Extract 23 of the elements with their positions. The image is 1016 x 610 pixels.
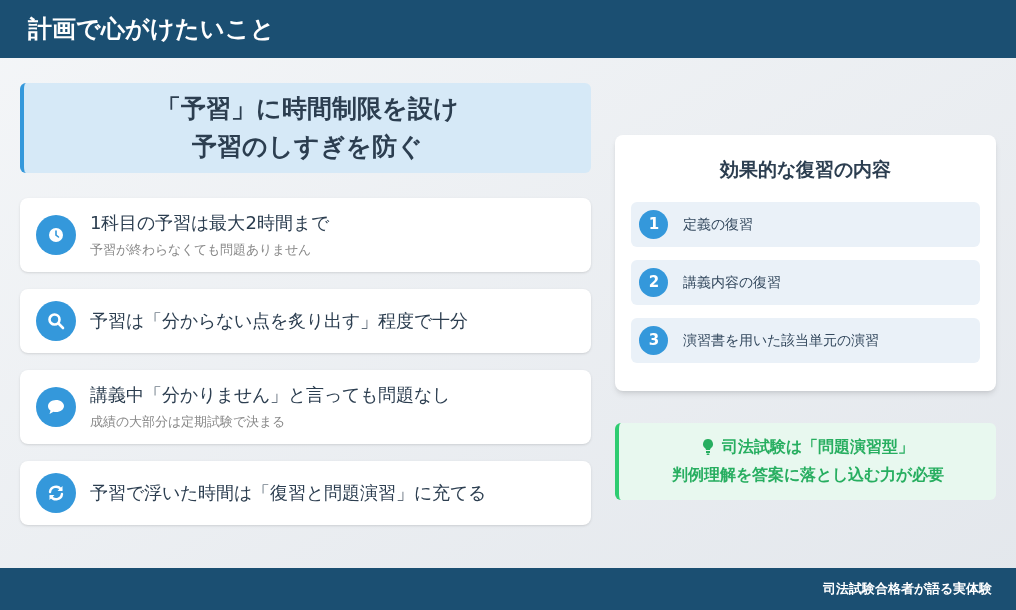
- clock-icon: [48, 227, 64, 243]
- speech-bubble-icon: [47, 399, 65, 415]
- review-item-text: 定義の復習: [683, 214, 754, 234]
- number-badge: 1: [639, 209, 669, 239]
- number-badge: 3: [639, 325, 669, 355]
- search-icon: [47, 312, 65, 330]
- point-text: 予習は「分からない点を炙り出す」程度で十分: [90, 309, 468, 333]
- number-badge: 2: [639, 267, 669, 297]
- point-note: 予習が終わらなくても問題ありません: [90, 241, 312, 260]
- footer-text: 司法試験合格者が語る実体験: [823, 580, 992, 599]
- point-note: 成績の大部分は定期試験で決まる: [90, 413, 286, 432]
- lightbulb-icon: [701, 438, 714, 456]
- review-title: 効果的な復習の内容: [718, 157, 893, 182]
- headline-banner: 「予習」に時間制限を設け 予習のしすぎを防ぐ: [20, 83, 592, 173]
- tip-text: 司法試験は「問題演習型」: [721, 436, 914, 458]
- tip-text: 判例理解を答案に落とし込む力が必要: [671, 464, 944, 486]
- page-title: 計画で心がけたいこと: [28, 14, 275, 45]
- point-text: 予習で浮いた時間は「復習と問題演習」に充てる: [90, 481, 486, 505]
- review-item-text: 講義内容の復習: [683, 272, 782, 292]
- refresh-icon: [47, 484, 65, 502]
- point-text: 1科目の予習は最大2時間まで: [90, 211, 329, 236]
- point-text: 講義中「分かりません」と言っても問題なし: [90, 383, 450, 408]
- review-item-text: 演習書を用いた該当単元の演習: [683, 330, 880, 350]
